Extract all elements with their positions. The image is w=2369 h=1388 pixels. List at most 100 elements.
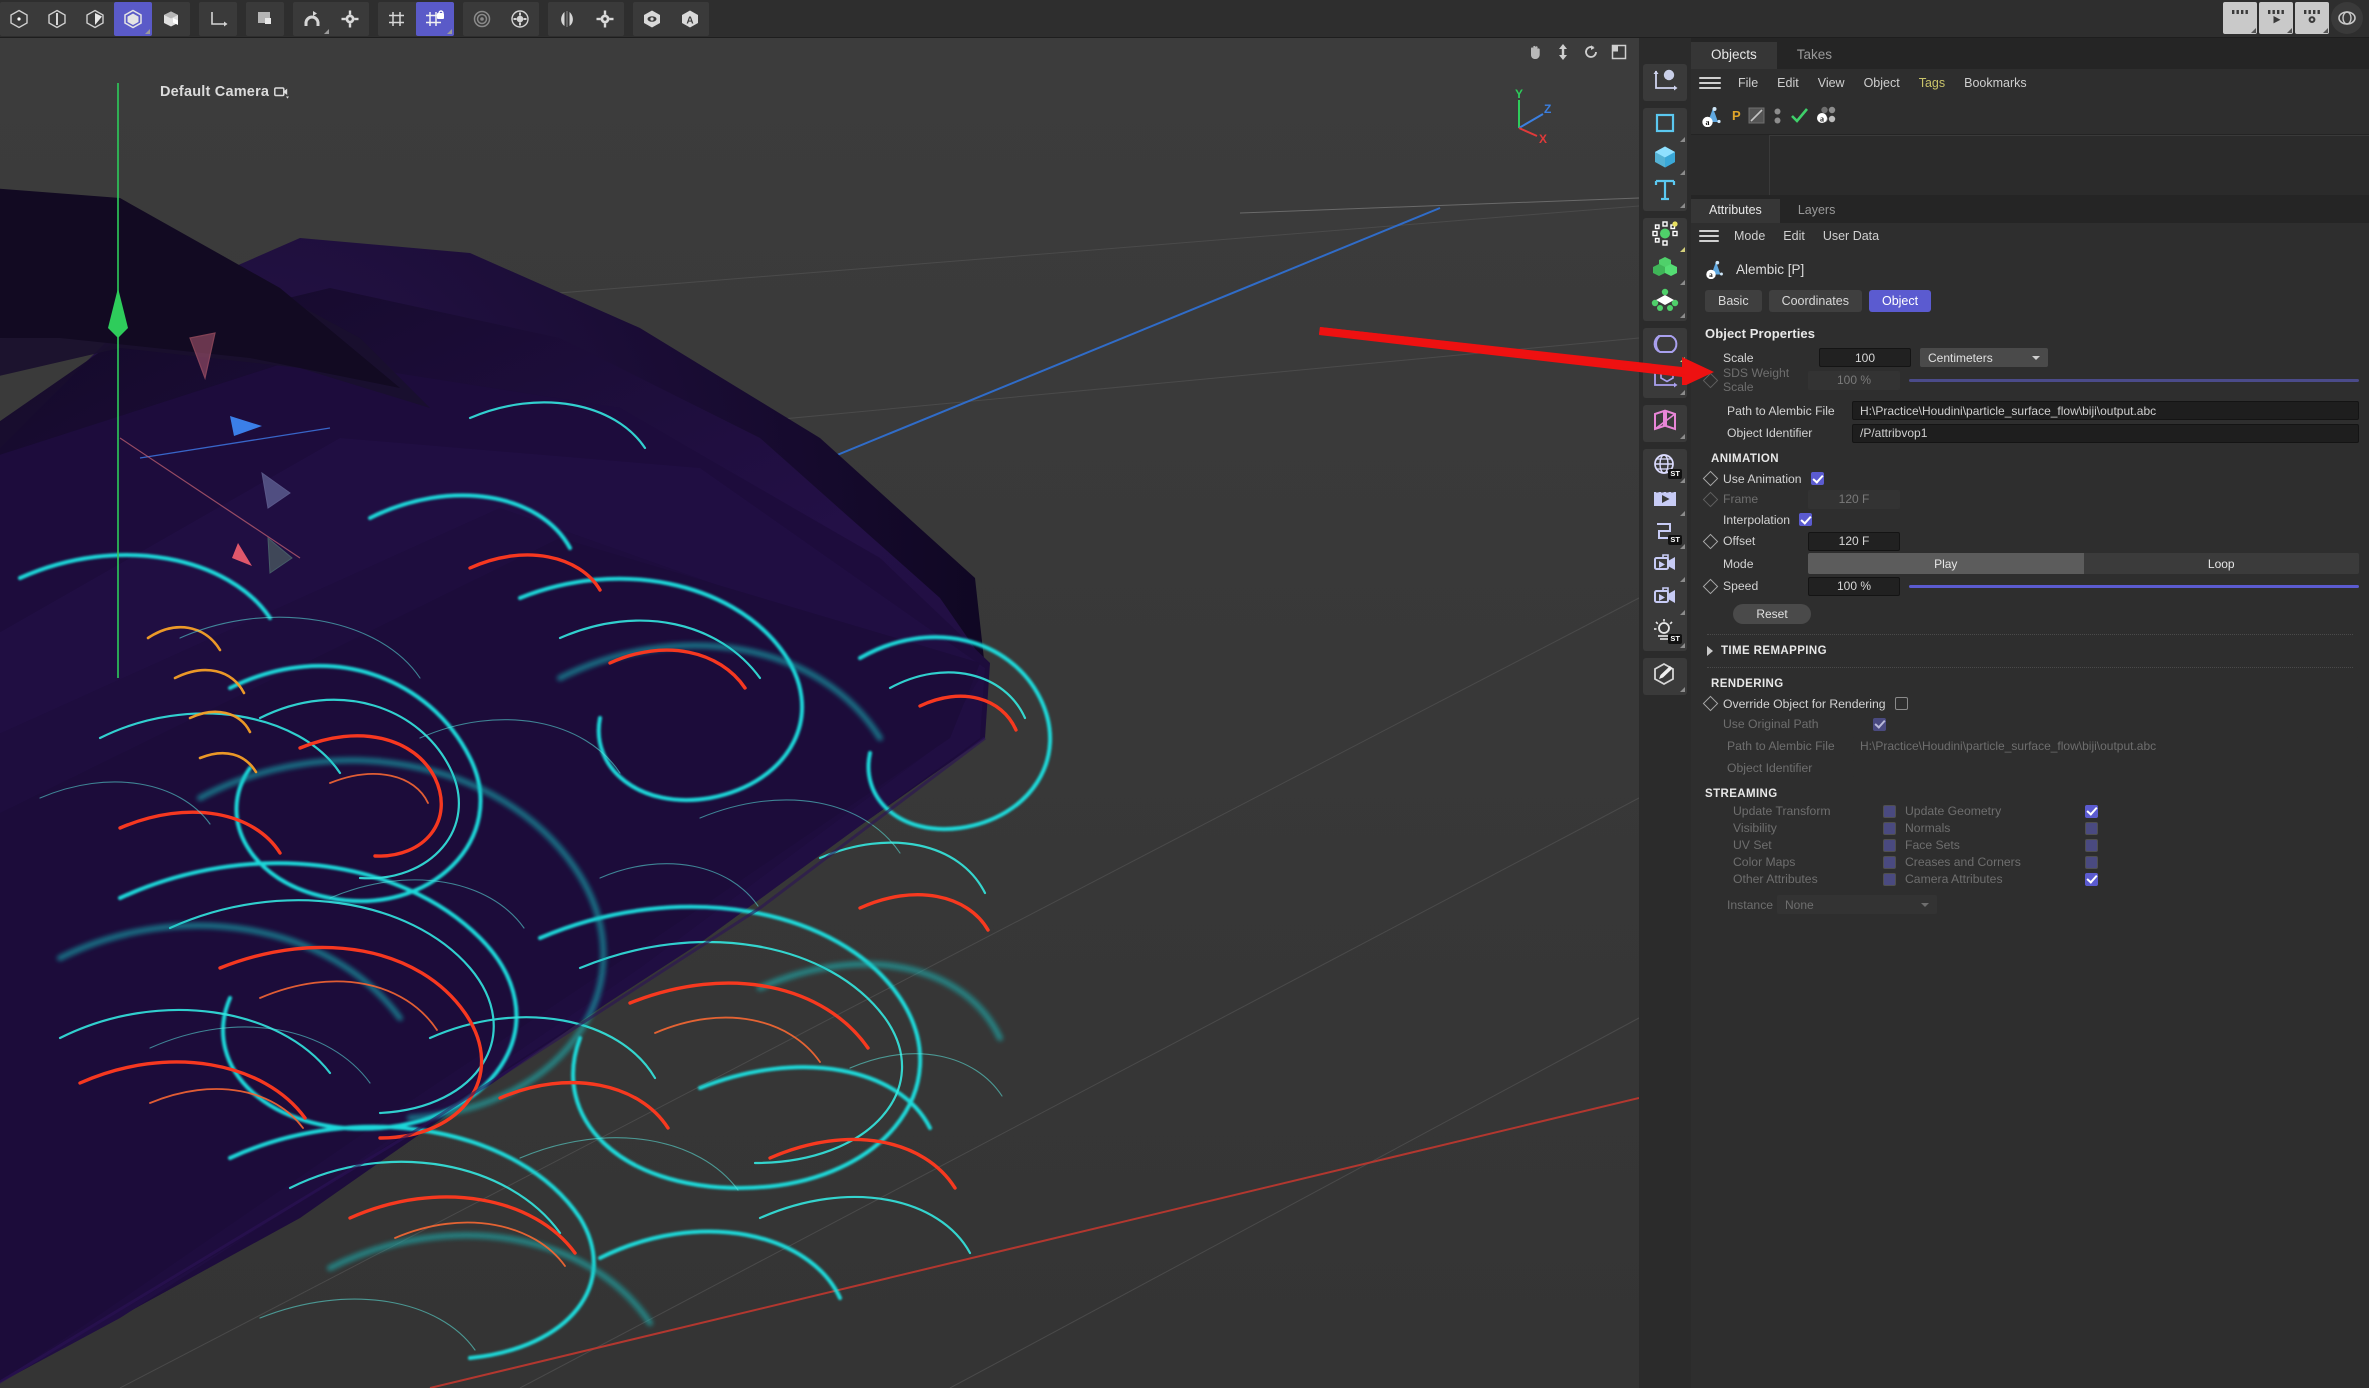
annotation-a-button[interactable]: A <box>671 2 709 36</box>
spline-pen-button[interactable] <box>1643 110 1687 143</box>
render-settings-button[interactable] <box>501 2 539 36</box>
dolly-tool-icon[interactable] <box>1551 40 1575 64</box>
pan-tool-icon[interactable] <box>1523 40 1547 64</box>
check-tag-icon[interactable] <box>1790 107 1809 124</box>
menu-file[interactable]: File <box>1730 73 1766 93</box>
checkbox-interpolation[interactable] <box>1799 513 1813 526</box>
pill-basic[interactable]: Basic <box>1705 290 1762 312</box>
reset-button[interactable]: Reset <box>1733 604 1811 624</box>
tab-attributes[interactable]: Attributes <box>1691 199 1780 223</box>
model-mode-button[interactable] <box>114 1 152 36</box>
keyframe-diamond-icon-override[interactable] <box>1702 695 1719 712</box>
alembic-tag-icon[interactable]: a <box>1816 106 1840 126</box>
checkbox-creases-and-corners[interactable] <box>2085 855 2098 869</box>
maximize-view-icon[interactable] <box>1607 40 1631 64</box>
stage-object-button[interactable]: ST <box>1643 517 1687 550</box>
menu-mode[interactable]: Mode <box>1726 226 1773 246</box>
checkbox-update-geometry[interactable] <box>2085 804 2098 818</box>
text-tool-button[interactable] <box>1643 176 1687 209</box>
sculpt-tool-button[interactable] <box>1643 660 1687 693</box>
snap-settings-button[interactable] <box>331 2 369 36</box>
mirror-button[interactable] <box>548 2 586 36</box>
lock-axis-button[interactable] <box>416 1 454 36</box>
polygon-mode-button[interactable] <box>76 2 114 36</box>
menu-tags[interactable]: Tags <box>1911 73 1953 93</box>
attributes-hamburger-icon[interactable] <box>1699 228 1719 244</box>
checkbox-camera-attributes[interactable] <box>2085 872 2098 886</box>
input-object-identifier[interactable]: /P/attribvop1 <box>1852 423 2359 443</box>
time-remapping-section-header[interactable]: TIME REMAPPING <box>1691 637 2369 663</box>
input-scale[interactable]: 100 <box>1819 348 1911 367</box>
checkbox-normals[interactable] <box>2085 821 2098 835</box>
mograph-array-button[interactable] <box>1643 253 1687 286</box>
grid-button[interactable] <box>378 2 416 36</box>
dropdown-scale-unit[interactable]: Centimeters <box>1920 348 2048 367</box>
object-axis-button[interactable] <box>199 2 237 36</box>
input-offset[interactable]: 120 F <box>1808 531 1900 551</box>
render-settings-button[interactable] <box>2295 2 2329 34</box>
texture-mode-button[interactable] <box>152 2 190 36</box>
light-object-button[interactable]: ST <box>1643 616 1687 649</box>
menu-bookmarks[interactable]: Bookmarks <box>1956 73 2035 93</box>
objects-tree-area[interactable] <box>1691 135 2369 195</box>
menu-edit-attr[interactable]: Edit <box>1775 226 1813 246</box>
visibility-eye-button[interactable] <box>633 2 671 36</box>
menu-edit[interactable]: Edit <box>1769 73 1807 93</box>
checkbox-face-sets[interactable] <box>2085 838 2098 852</box>
tab-takes[interactable]: Takes <box>1777 42 1852 69</box>
cube-primitive-button[interactable] <box>1643 143 1687 176</box>
workplane-button[interactable] <box>246 2 284 36</box>
pill-object[interactable]: Object <box>1868 290 1932 312</box>
checkbox-color-maps[interactable] <box>1883 855 1896 869</box>
checkbox-other-attributes[interactable] <box>1883 872 1896 886</box>
checkbox-uv-set[interactable] <box>1883 838 1896 852</box>
pill-coordinates[interactable]: Coordinates <box>1768 290 1862 312</box>
checkbox-override-object-for-rendering[interactable] <box>1894 697 1908 710</box>
tab-layers[interactable]: Layers <box>1780 199 1854 223</box>
enable-snapping-button[interactable] <box>293 2 331 36</box>
mirror-settings-button[interactable] <box>586 2 624 36</box>
render-view-tool-button[interactable] <box>1643 484 1687 517</box>
objects-hamburger-icon[interactable] <box>1699 74 1721 92</box>
segment-play[interactable]: Play <box>1808 553 2084 574</box>
menu-view[interactable]: View <box>1810 73 1853 93</box>
keyframe-diamond-icon[interactable] <box>1702 470 1719 487</box>
bend-deformer-button[interactable] <box>1643 330 1687 363</box>
tab-objects[interactable]: Objects <box>1691 42 1777 69</box>
clapper-play-icon <box>1650 485 1680 516</box>
segment-loop[interactable]: Loop <box>2083 553 2359 574</box>
node-editor-button[interactable] <box>2331 2 2363 34</box>
render-to-picture-viewer-button[interactable] <box>2259 2 2293 34</box>
camera-object-button[interactable] <box>1643 550 1687 583</box>
mograph-cloner-button[interactable] <box>1643 220 1687 253</box>
checkbox-update-transform[interactable] <box>1883 804 1896 818</box>
render-picture-viewer-button[interactable] <box>2223 2 2257 34</box>
visibility-dots-icon[interactable] <box>1772 107 1783 125</box>
input-path-to-alembic-file[interactable]: H:\Practice\Houdini\particle_surface_flo… <box>1852 401 2359 420</box>
menu-user-data[interactable]: User Data <box>1815 226 1887 246</box>
camera-morph-button[interactable] <box>1643 583 1687 616</box>
edge-mode-button[interactable] <box>38 2 76 36</box>
menu-object[interactable]: Object <box>1856 73 1908 93</box>
move-tool-button[interactable] <box>1643 66 1687 99</box>
checkbox-visibility[interactable] <box>1883 821 1896 835</box>
display-tag-icon[interactable] <box>1748 107 1765 124</box>
viewport-3d[interactable]: Default Camera Y Z X <box>0 38 1639 1388</box>
input-speed[interactable]: 100 % <box>1808 576 1900 596</box>
object-list-row[interactable]: a P a <box>1691 97 2369 135</box>
vtoolbar-group-field-group <box>1643 405 1687 442</box>
keyframe-diamond-icon-offset[interactable] <box>1702 533 1719 549</box>
mograph-effector-button[interactable] <box>1643 286 1687 319</box>
rotate-tool-icon[interactable] <box>1579 40 1603 64</box>
checkbox-use-animation[interactable] <box>1810 472 1824 485</box>
slider-speed[interactable] <box>1909 577 2359 596</box>
gear-circle-icon <box>509 9 531 29</box>
render-view-button[interactable] <box>463 2 501 36</box>
object-properties-heading: Object Properties <box>1705 326 1816 341</box>
point-mode-button[interactable] <box>0 2 38 36</box>
array-generator-button[interactable] <box>1643 363 1687 396</box>
keyframe-diamond-icon-speed[interactable] <box>1702 578 1719 594</box>
attributes-body: a Alembic [P] Basic Coordinates Object O… <box>1691 249 2369 1388</box>
environment-object-button[interactable]: ST <box>1643 451 1687 484</box>
field-object-button[interactable] <box>1643 407 1687 440</box>
